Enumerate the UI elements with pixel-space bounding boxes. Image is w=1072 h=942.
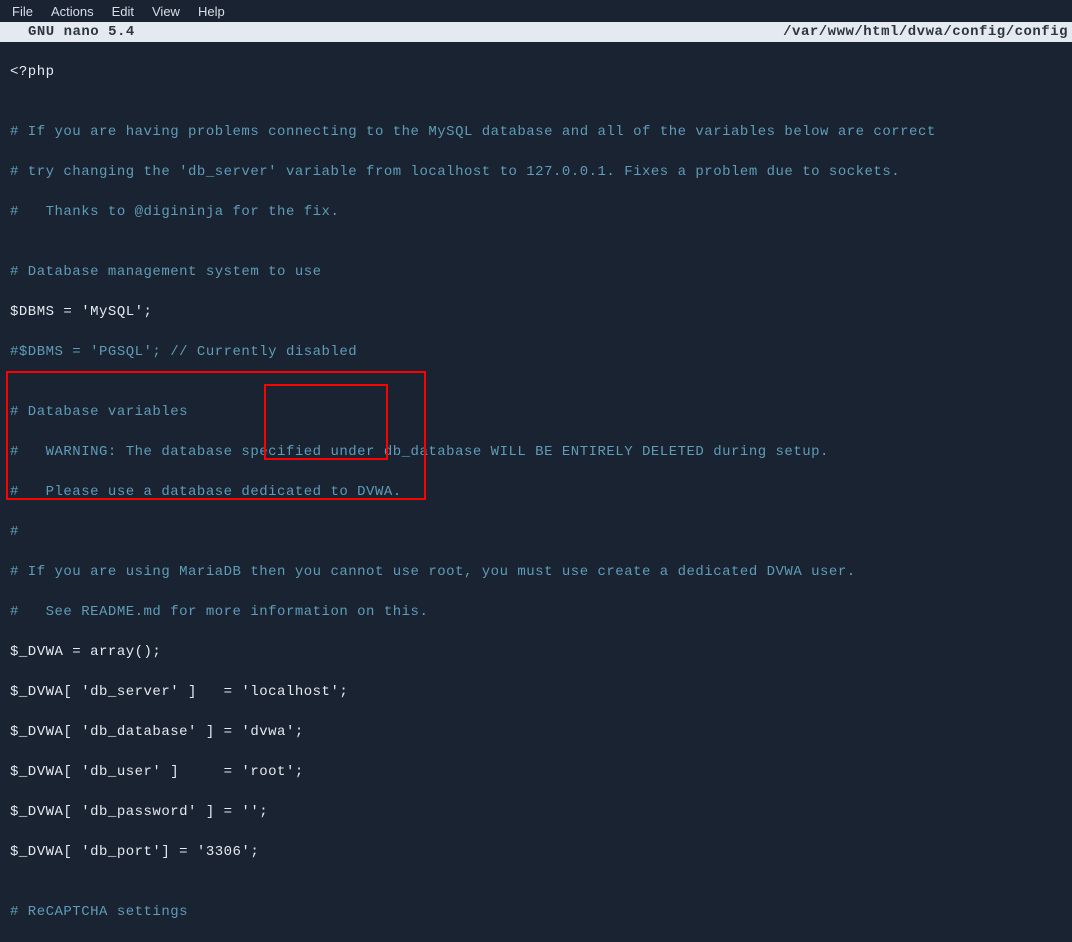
code-comment: # Database management system to use [10,262,1062,282]
code-comment: # WARNING: The database specified under … [10,442,1062,462]
code-comment: # Thanks to @digininja for the fix. [10,202,1062,222]
code-line: $_DVWA[ 'db_port'] = '3306'; [10,842,1062,862]
code-comment: # Please use a database dedicated to DVW… [10,482,1062,502]
menu-help[interactable]: Help [198,4,225,19]
nano-app-name: GNU nano 5.4 [0,24,135,40]
code-comment: #$DBMS = 'PGSQL'; // Currently disabled [10,342,1062,362]
nano-titlebar: GNU nano 5.4 /var/www/html/dvwa/config/c… [0,22,1072,42]
code-comment: # [10,522,1062,542]
code-line: $_DVWA = array(); [10,642,1062,662]
code-line: $_DVWA[ 'db_server' ] = 'localhost'; [10,682,1062,702]
menu-view[interactable]: View [152,4,180,19]
code-comment: # ReCAPTCHA settings [10,902,1062,922]
code-comment: # Database variables [10,402,1062,422]
menu-edit[interactable]: Edit [112,4,134,19]
code-line: $_DVWA[ 'db_database' ] = 'dvwa'; [10,722,1062,742]
code-comment: # try changing the 'db_server' variable … [10,162,1062,182]
code-comment: # If you are having problems connecting … [10,122,1062,142]
menubar: File Actions Edit View Help [0,0,1072,22]
code-line: $DBMS = 'MySQL'; [10,302,1062,322]
editor-area[interactable]: <?php # If you are having problems conne… [0,42,1072,942]
code-comment: # See README.md for more information on … [10,602,1062,622]
menu-file[interactable]: File [12,4,33,19]
code-line: $_DVWA[ 'db_password' ] = ''; [10,802,1062,822]
code-line: $_DVWA[ 'db_user' ] = 'root'; [10,762,1062,782]
nano-filepath: /var/www/html/dvwa/config/config [783,24,1072,40]
code-comment: # If you are using MariaDB then you cann… [10,562,1062,582]
menu-actions[interactable]: Actions [51,4,94,19]
code-line: <?php [10,62,1062,82]
